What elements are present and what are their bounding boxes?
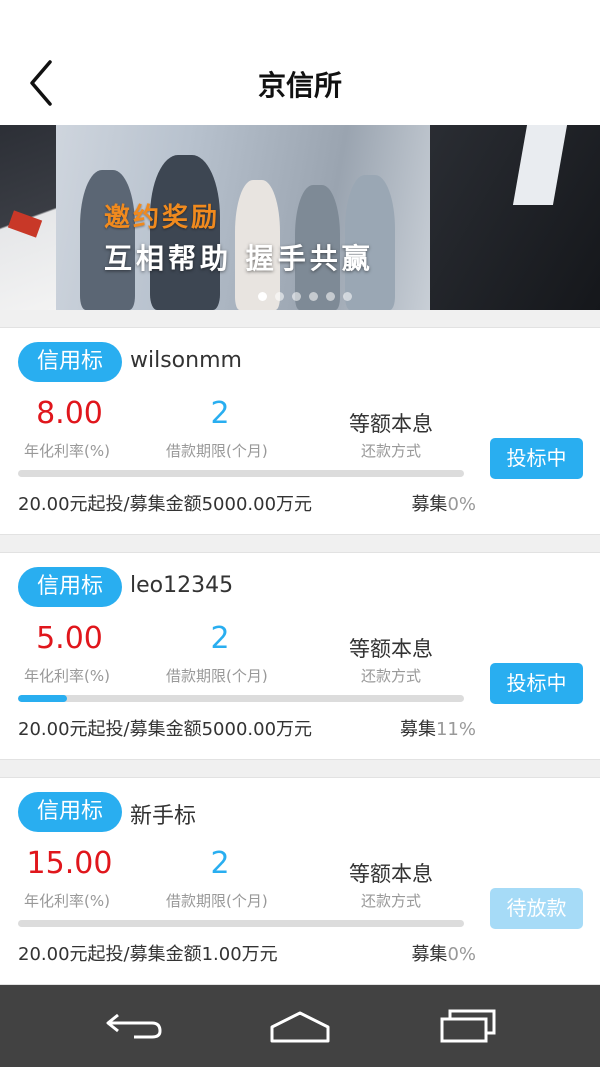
raised-value: 0%	[447, 944, 476, 965]
raised-value: 0%	[447, 494, 476, 515]
annual-rate-label: 年化利率(%)	[24, 892, 110, 910]
annual-rate-label: 年化利率(%)	[24, 667, 110, 685]
annual-rate-value: 5.00	[36, 621, 103, 656]
invest-status-button[interactable]: 待放款	[490, 888, 583, 929]
funding-progress-bar	[18, 920, 464, 927]
loan-title: leo12345	[130, 573, 234, 598]
loan-term-value: 2	[210, 846, 230, 881]
banner-prev-slide-image	[0, 125, 56, 310]
nav-home-button[interactable]	[268, 1007, 332, 1047]
loan-type-badge: 信用标	[18, 792, 122, 832]
repayment-method-label: 还款方式	[360, 667, 421, 685]
page-title: 京信所	[257, 69, 342, 102]
app-header: 京信所	[0, 40, 600, 125]
raised-label: 募集	[411, 494, 448, 515]
raised-percent: 募集0%	[411, 490, 476, 516]
investment-terms: 20.00元起投/募集金额5000.00万元	[18, 719, 313, 740]
promo-banner[interactable]: 邀约奖励 互相帮助 握手共赢	[0, 125, 600, 310]
repayment-method-value: 等额本息	[349, 862, 433, 886]
repayment-method-value: 等额本息	[349, 637, 433, 661]
raised-value: 11%	[435, 719, 476, 740]
loan-title: 新手标	[130, 804, 197, 829]
loan-term-value: 2	[210, 621, 230, 656]
invest-status-button[interactable]: 投标中	[490, 438, 583, 479]
system-nav-bar	[0, 985, 600, 1067]
annual-rate-value: 8.00	[36, 396, 103, 431]
nav-recent-apps-button[interactable]	[438, 1007, 498, 1047]
pagination-dot	[326, 292, 335, 301]
pagination-dot	[275, 292, 284, 301]
loan-term-label: 借款期限(个月)	[166, 892, 268, 910]
pagination-dot	[258, 292, 267, 301]
repayment-method-value: 等额本息	[349, 412, 433, 436]
banner-businessman-image	[430, 125, 600, 310]
pagination-dot	[292, 292, 301, 301]
loan-term-value: 2	[210, 396, 230, 431]
loan-type-badge: 信用标	[18, 567, 122, 607]
investment-terms: 20.00元起投/募集金额5000.00万元	[18, 494, 313, 515]
repayment-method-label: 还款方式	[360, 442, 421, 460]
banner-headline: 邀约奖励	[104, 203, 221, 233]
annual-rate-label: 年化利率(%)	[24, 442, 110, 460]
back-arrow-icon	[106, 1013, 162, 1039]
funding-progress-bar	[18, 695, 464, 702]
invest-status-button[interactable]: 投标中	[490, 663, 583, 704]
loan-title: wilsonmm	[130, 348, 242, 373]
banner-subline: 互相帮助 握手共赢	[104, 242, 374, 275]
loan-type-badge: 信用标	[18, 342, 122, 382]
investment-terms: 20.00元起投/募集金额1.00万元	[18, 944, 278, 965]
annual-rate-value: 15.00	[26, 846, 113, 881]
loan-term-label: 借款期限(个月)	[166, 442, 268, 460]
funding-progress-bar	[18, 470, 464, 477]
repayment-method-label: 还款方式	[360, 892, 421, 910]
loan-card[interactable]: 信用标 leo12345 5.00 2 等额本息年化利率(%) 借款期限(个月) 还款方式 投…	[0, 552, 600, 760]
pagination-dot	[309, 292, 318, 301]
raised-percent: 募集11%	[400, 715, 476, 741]
loan-card[interactable]: 信用标 新手标 15.00 2 等额本息年化利率(%) 借款期限(个月) 还款方式 待放款 20…	[0, 777, 600, 985]
loan-term-label: 借款期限(个月)	[166, 667, 268, 685]
raised-label: 募集	[399, 719, 436, 740]
status-bar	[0, 0, 600, 40]
pagination-dot	[343, 292, 352, 301]
home-icon	[270, 1011, 330, 1043]
banner-pagination	[258, 292, 352, 301]
raised-percent: 募集0%	[411, 940, 476, 966]
funding-progress-fill	[18, 695, 68, 702]
nav-back-button[interactable]	[104, 1007, 164, 1047]
raised-label: 募集	[411, 944, 448, 965]
recent-apps-icon	[440, 1009, 496, 1043]
loan-card[interactable]: 信用标 wilsonmm 8.00 2 等额本息年化利率(%) 借款期限(个月) 还款方式 投…	[0, 327, 600, 535]
